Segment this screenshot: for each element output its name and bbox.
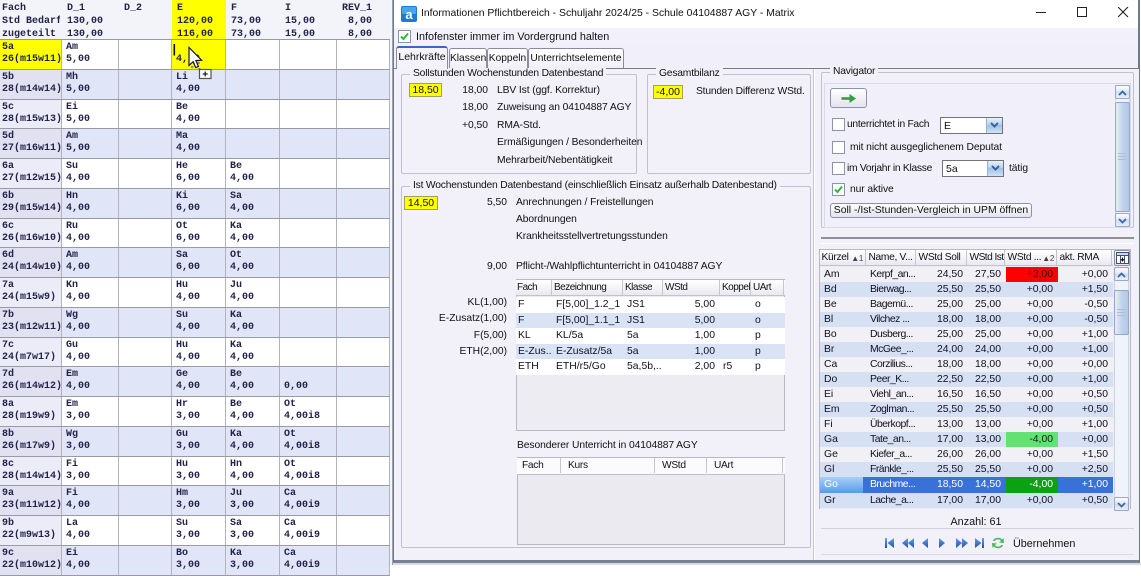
svg-text:a: a: [405, 7, 413, 22]
